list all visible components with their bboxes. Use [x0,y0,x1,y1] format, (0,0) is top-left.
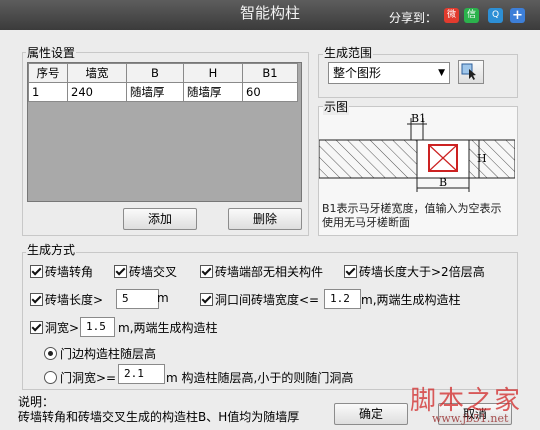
length-input[interactable]: 5 [116,289,159,309]
title-bar: 智能构柱 分享到： 微 信 Q + [0,0,540,30]
corner-checkbox[interactable] [30,265,43,278]
hole-width-label: 洞宽> [45,321,80,335]
qzone-icon[interactable]: Q [488,8,503,23]
long-wall-checkbox[interactable] [344,265,357,278]
opening-gap-suffix: m,两端生成构造柱 [361,293,461,307]
length-checkbox[interactable] [30,293,43,306]
cell-h[interactable]: 随墙厚 [183,82,243,102]
b-label: B [439,176,447,189]
chevron-down-icon: ▼ [438,68,445,78]
range-selected-value: 整个图形 [333,66,382,80]
hole-width-suffix: m,两端生成构造柱 [118,321,218,335]
wall-left [319,139,418,179]
watermark-url: www.jb51.net [432,412,509,425]
corner-label: 砖墙转角 [45,265,94,279]
long-wall-label: 砖墙长度大于>2倍层高 [359,265,485,279]
range-select[interactable]: 整个图形 ▼ [328,62,450,84]
props-label: 属性设置 [26,44,77,61]
mode-label: 生成方式 [26,241,77,258]
b1-label: B1 [411,112,426,125]
cell-index[interactable]: 1 [28,82,68,102]
note-text: 砖墙转角和砖墙交叉生成的构造柱B、H值均为随墙厚 [18,410,300,424]
opening-gap-label: 洞口间砖墙宽度<= [215,293,320,307]
share-label: 分享到： [389,11,438,25]
delete-button[interactable]: 删除 [228,208,302,230]
door-edge-radio[interactable] [44,347,57,360]
props-table[interactable]: 序号 墙宽 B H B1 1 240 随墙厚 随墙厚 60 [28,63,298,102]
door-width-suffix: m 构造柱随层高,小于的则随门洞高 [166,371,354,385]
door-width-input[interactable]: 2.1 [118,364,165,384]
door-width-label: 门洞宽>= [60,371,117,385]
range-label: 生成范围 [323,44,374,61]
cell-b1[interactable]: 60 [242,82,298,102]
h-label: H [477,152,487,165]
col-b[interactable]: B [126,63,184,83]
hole-width-checkbox[interactable] [30,321,43,334]
add-button[interactable]: 添加 [123,208,197,230]
length-label: 砖墙长度> [45,293,104,307]
wall-right [468,139,515,179]
window-title: 智能构柱 [239,4,300,22]
length-unit: m [157,291,169,305]
col-h[interactable]: H [183,63,243,83]
door-width-radio[interactable] [44,371,57,384]
column-diagram: B1 B H [319,112,515,192]
weibo-icon[interactable]: 微 [444,8,459,23]
opening-gap-checkbox[interactable] [200,293,213,306]
cross-label: 砖墙交叉 [129,265,178,279]
hole-width-input[interactable]: 1.5 [80,317,115,337]
cell-b[interactable]: 随墙厚 [126,82,184,102]
col-wall-width[interactable]: 墙宽 [67,63,127,83]
pick-area-button[interactable] [458,60,484,84]
col-index[interactable]: 序号 [28,63,68,83]
ok-button[interactable]: 确定 [334,403,408,425]
cell-wall-width[interactable]: 240 [67,82,127,102]
col-b1[interactable]: B1 [242,63,298,83]
diagram-caption: B1表示马牙槎宽度，值输入为空表示使用无马牙槎断面 [322,202,502,229]
table-row[interactable]: 1 240 随墙厚 随墙厚 60 [28,82,298,102]
wall-end-checkbox[interactable] [200,265,213,278]
table-header: 序号 墙宽 B H B1 [28,63,298,83]
wechat-icon[interactable]: 信 [464,8,479,23]
cross-checkbox[interactable] [114,265,127,278]
pick-cursor-icon [461,63,476,80]
opening-gap-input[interactable]: 1.2 [324,289,361,309]
wall-end-label: 砖墙端部无相关构件 [215,265,324,279]
door-edge-label: 门边构造柱随层高 [60,347,157,361]
plus-icon[interactable]: + [510,8,525,23]
